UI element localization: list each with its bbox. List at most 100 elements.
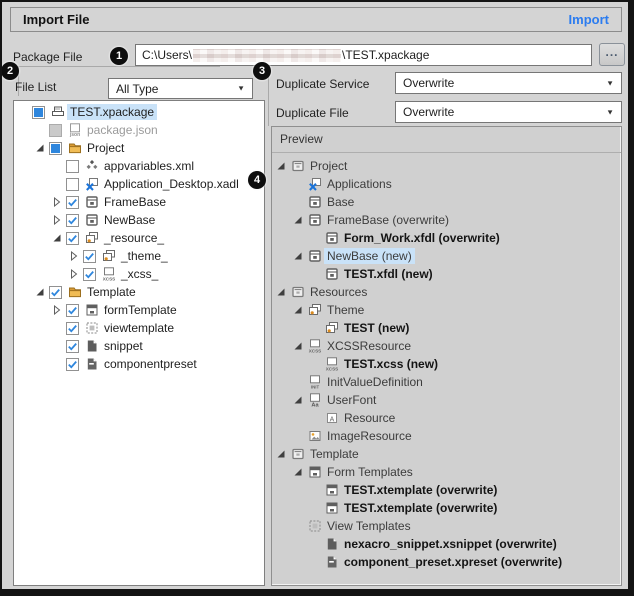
tree-item-snippet[interactable]: snippet: [14, 337, 264, 355]
checkbox-checked[interactable]: [66, 304, 79, 317]
arrow-spacer: [293, 519, 307, 533]
collapse-arrow-icon[interactable]: [293, 249, 307, 263]
expand-arrow-icon[interactable]: [52, 303, 66, 317]
checkbox-partial[interactable]: [32, 106, 45, 119]
import-button[interactable]: Import: [569, 12, 609, 27]
tree-indent: [18, 328, 52, 329]
window-icon: [290, 285, 305, 299]
arrow-spacer: [310, 267, 324, 281]
checkbox-checked[interactable]: [66, 232, 79, 245]
tree-item-xcss[interactable]: XCSS_xcss_: [14, 265, 264, 283]
chevron-down-icon: ▼: [606, 108, 614, 116]
tree-item-project[interactable]: Project: [14, 139, 264, 157]
collapse-arrow-icon[interactable]: [276, 285, 290, 299]
tree-item-newbase[interactable]: NewBase: [14, 211, 264, 229]
collapse-arrow-icon[interactable]: [293, 213, 307, 227]
collapse-arrow-icon[interactable]: [52, 231, 66, 245]
tree-item-imageresource[interactable]: ImageResource: [272, 427, 621, 445]
tree-item-base[interactable]: Base: [272, 193, 621, 211]
package-file-label: Package File: [13, 50, 82, 64]
tree-item-framebase-overwrite[interactable]: FrameBase (overwrite): [272, 211, 621, 229]
collapse-arrow-icon[interactable]: [293, 465, 307, 479]
collapse-arrow-icon[interactable]: [35, 141, 49, 155]
tree-item-label: snippet: [101, 338, 146, 354]
tree-item-label: Project: [84, 140, 127, 156]
expand-arrow-icon[interactable]: [52, 213, 66, 227]
tree-item-label: componentpreset: [101, 356, 200, 372]
tree-item-applications[interactable]: Applications: [272, 175, 621, 193]
arrow-spacer: [310, 411, 324, 425]
collapse-arrow-icon[interactable]: [293, 339, 307, 353]
arrow-spacer: [310, 483, 324, 497]
svg-text:XCSS: XCSS: [102, 276, 115, 281]
tree-item-application-desktop-xadl[interactable]: Application_Desktop.xadl: [14, 175, 264, 193]
arrow-spacer: [310, 357, 324, 371]
tree-item-form-work-xfdl-overwrite[interactable]: Form_Work.xfdl (overwrite): [272, 229, 621, 247]
tree-indent: [276, 274, 310, 275]
tree-item-test-xtemplate-overwrite[interactable]: TEST.xtemplate (overwrite): [272, 499, 621, 517]
package-file-input[interactable]: C:\Users\\TEST.xpackage: [135, 44, 592, 66]
expand-arrow-icon[interactable]: [69, 267, 83, 281]
tree-item-componentpreset[interactable]: componentpreset: [14, 355, 264, 373]
tree-item-project[interactable]: Project: [272, 157, 621, 175]
checkbox-partial[interactable]: [49, 142, 62, 155]
folder-icon: [67, 141, 82, 155]
collapse-arrow-icon[interactable]: [276, 447, 290, 461]
checkbox-checked[interactable]: [49, 286, 62, 299]
tree-item-framebase[interactable]: FrameBase: [14, 193, 264, 211]
collapse-arrow-icon[interactable]: [293, 303, 307, 317]
tree-item-formtemplate[interactable]: formTemplate: [14, 301, 264, 319]
tree-item-test-xfdl-new[interactable]: TEST.xfdl (new): [272, 265, 621, 283]
tree-item-form-templates[interactable]: Form Templates: [272, 463, 621, 481]
tree-item-theme[interactable]: _theme_: [14, 247, 264, 265]
tree-item-theme[interactable]: Theme: [272, 301, 621, 319]
tree-item-label: viewtemplate: [101, 320, 177, 336]
duplicate-service-combobox[interactable]: Overwrite ▼: [395, 72, 622, 94]
tree-item-resources[interactable]: Resources: [272, 283, 621, 301]
checkbox-checked[interactable]: [66, 196, 79, 209]
tree-item-test-xtemplate-overwrite[interactable]: TEST.xtemplate (overwrite): [272, 481, 621, 499]
tree-item-initvaluedefinition[interactable]: INITInitValueDefinition: [272, 373, 621, 391]
tree-item-appvariables-xml[interactable]: appvariables.xml: [14, 157, 264, 175]
checkbox-checked[interactable]: [83, 268, 96, 281]
checkbox-checked[interactable]: [66, 340, 79, 353]
file-type-combobox[interactable]: All Type ▼: [108, 78, 253, 99]
frame-icon: [84, 195, 99, 209]
tree-item-label: Form_Work.xfdl (overwrite): [341, 230, 503, 246]
expand-arrow-icon[interactable]: [52, 195, 66, 209]
tree-indent: [276, 310, 293, 311]
tree-item-nexacro-snippet-xsnippet-overwrite[interactable]: nexacro_snippet.xsnippet (overwrite): [272, 535, 621, 553]
duplicate-file-combobox[interactable]: Overwrite ▼: [395, 101, 622, 123]
checkbox-checked[interactable]: [66, 322, 79, 335]
arrow-spacer: [293, 429, 307, 443]
checkbox-unchecked[interactable]: [66, 178, 79, 191]
browse-button[interactable]: ...: [599, 43, 625, 66]
tree-item-package-json[interactable]: jsonpackage.json: [14, 121, 264, 139]
tree-item-userfont[interactable]: AaUserFont: [272, 391, 621, 409]
checkbox-checked[interactable]: [66, 358, 79, 371]
collapse-arrow-icon[interactable]: [293, 393, 307, 407]
checkbox-checked[interactable]: [83, 250, 96, 263]
tree-item-resource[interactable]: _resource_: [14, 229, 264, 247]
tree-indent: [276, 436, 293, 437]
tree-item-label: ImageResource: [324, 428, 415, 444]
tree-item-test-new[interactable]: TEST (new): [272, 319, 621, 337]
tree-item-newbase-new[interactable]: NewBase (new): [272, 247, 621, 265]
tree-item-test-xpackage[interactable]: TEST.xpackage: [14, 103, 264, 121]
collapse-arrow-icon[interactable]: [35, 285, 49, 299]
tree-item-template[interactable]: Template: [272, 445, 621, 463]
tree-item-viewtemplate[interactable]: viewtemplate: [14, 319, 264, 337]
collapse-arrow-icon[interactable]: [276, 159, 290, 173]
tree-item-xcssresource[interactable]: XCSSXCSSResource: [272, 337, 621, 355]
tree-item-component-preset-xpreset-overwrite[interactable]: component_preset.xpreset (overwrite): [272, 553, 621, 571]
tree-item-template[interactable]: Template: [14, 283, 264, 301]
checkbox-unchecked[interactable]: [66, 160, 79, 173]
expand-arrow-icon[interactable]: [69, 249, 83, 263]
tree-item-test-xcss-new[interactable]: XCSSTEST.xcss (new): [272, 355, 621, 373]
snippet-icon: [324, 537, 339, 551]
svg-text:Aa: Aa: [311, 402, 319, 407]
frame-icon: [307, 249, 322, 263]
tree-item-view-templates[interactable]: View Templates: [272, 517, 621, 535]
tree-item-resource[interactable]: AResource: [272, 409, 621, 427]
checkbox-checked[interactable]: [66, 214, 79, 227]
